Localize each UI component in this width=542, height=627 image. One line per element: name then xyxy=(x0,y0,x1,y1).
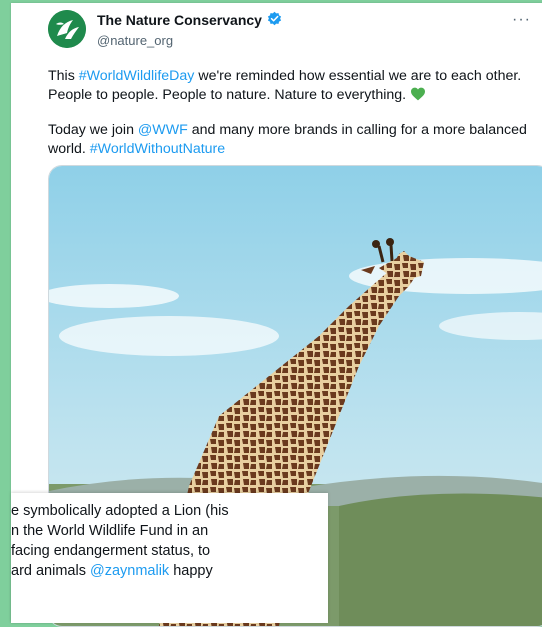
text-segment: Today we join xyxy=(48,122,138,138)
overlay-line: ard animals @zaynmalik happy xyxy=(11,561,328,581)
overlay-line: e symbolically adopted a Lion (his xyxy=(11,503,229,519)
tweet-author: The Nature Conservancy @nature_org xyxy=(97,11,282,48)
text-segment: This xyxy=(48,68,79,84)
more-options-icon[interactable]: ··· xyxy=(512,11,531,29)
overlay-text: e symbolically adopted a Lion (his n the… xyxy=(11,501,328,581)
tweet-card: The Nature Conservancy @nature_org ··· T… xyxy=(11,3,542,627)
author-name[interactable]: The Nature Conservancy xyxy=(97,12,262,28)
overlay-post-card: e symbolically adopted a Lion (his n the… xyxy=(11,493,328,623)
nature-conservancy-logo-icon[interactable] xyxy=(48,10,86,48)
text-segment: ard animals xyxy=(11,563,90,579)
hashtag-link[interactable]: #WorldWithoutNature xyxy=(90,141,225,157)
verified-badge-icon xyxy=(267,11,282,29)
mention-link[interactable]: @WWF xyxy=(138,122,188,138)
overlay-line: facing endangerment status, to xyxy=(11,543,211,559)
tweet-paragraph-1: This #WorldWildlifeDay we're reminded ho… xyxy=(48,67,528,105)
text-segment: happy xyxy=(169,563,213,579)
overlay-line: n the World Wildlife Fund in an xyxy=(11,523,209,539)
tweet-text: This #WorldWildlifeDay we're reminded ho… xyxy=(48,67,528,175)
green-heart-icon xyxy=(410,87,426,103)
hashtag-link[interactable]: #WorldWildlifeDay xyxy=(79,68,195,84)
mention-link[interactable]: @zaynmalik xyxy=(90,563,169,579)
tweet-paragraph-2: Today we join @WWF and many more brands … xyxy=(48,121,528,159)
author-handle[interactable]: @nature_org xyxy=(97,33,282,48)
